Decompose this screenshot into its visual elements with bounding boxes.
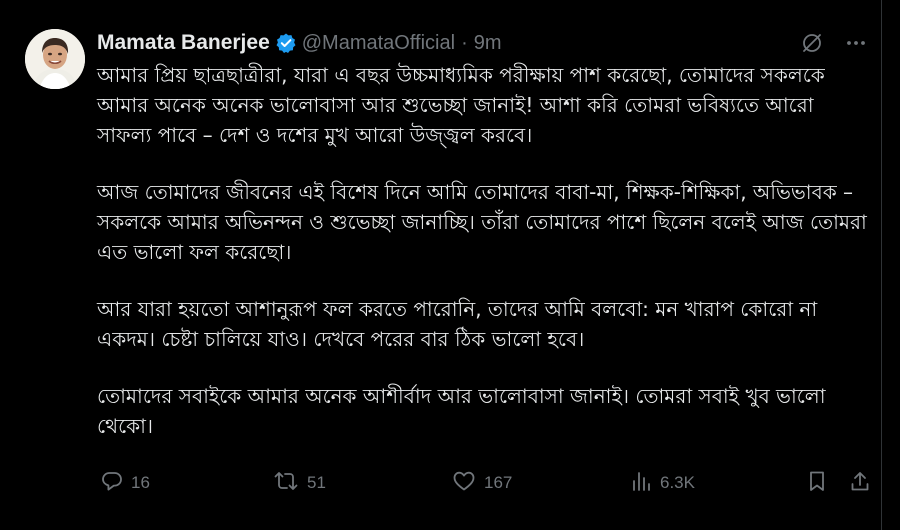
bookmark-icon (806, 470, 828, 497)
bookmark-button[interactable] (806, 470, 828, 497)
views-button[interactable]: 6.3K (630, 470, 695, 497)
tweet-card[interactable]: Mamata Banerjee @MamataOfficial · 9m আমা… (0, 0, 882, 530)
share-icon (849, 470, 871, 497)
reply-count: 16 (131, 473, 150, 492)
views-icon (630, 470, 652, 497)
heart-icon (452, 470, 476, 497)
repost-icon (273, 470, 299, 497)
like-count: 167 (484, 473, 513, 492)
verified-badge-icon[interactable] (275, 32, 297, 54)
tweet-paragraph-1: আমার প্রিয় ছাত্রছাত্রীরা, যারা এ বছর উচ… (97, 63, 825, 147)
tweet-paragraph-3: আর যারা হয়তো আশানুরূপ ফল করতে পারোনি, ত… (97, 297, 818, 351)
tweet-action-bar: 16 51 167 6.3K (97, 468, 869, 498)
avatar[interactable] (25, 29, 85, 89)
reply-icon (101, 470, 123, 497)
views-count: 6.3K (660, 473, 695, 492)
separator-dot: · (461, 31, 468, 54)
author-handle[interactable]: @MamataOfficial (302, 32, 455, 55)
share-button[interactable] (849, 470, 871, 497)
tweet-text: আমার প্রিয় ছাত্রছাত্রীরা, যারা এ বছর উচ… (97, 60, 867, 468)
more-icon[interactable] (843, 30, 869, 56)
repost-count: 51 (307, 473, 326, 492)
author-name[interactable]: Mamata Banerjee (97, 31, 270, 55)
reply-button[interactable]: 16 (101, 470, 150, 497)
tweet-paragraph-2: আজ তোমাদের জীবনের এই বিশেষ দিনে আমি তোমা… (97, 180, 867, 264)
tweet-header: Mamata Banerjee @MamataOfficial · 9m (97, 28, 502, 58)
like-button[interactable]: 167 (452, 470, 512, 497)
repost-button[interactable]: 51 (273, 470, 326, 497)
grok-icon[interactable] (799, 30, 825, 56)
tweet-paragraph-4: তোমাদের সবাইকে আমার অনেক আশীর্বাদ আর ভাল… (97, 384, 826, 438)
tweet-top-actions (799, 30, 869, 56)
timestamp[interactable]: 9m (474, 32, 502, 55)
